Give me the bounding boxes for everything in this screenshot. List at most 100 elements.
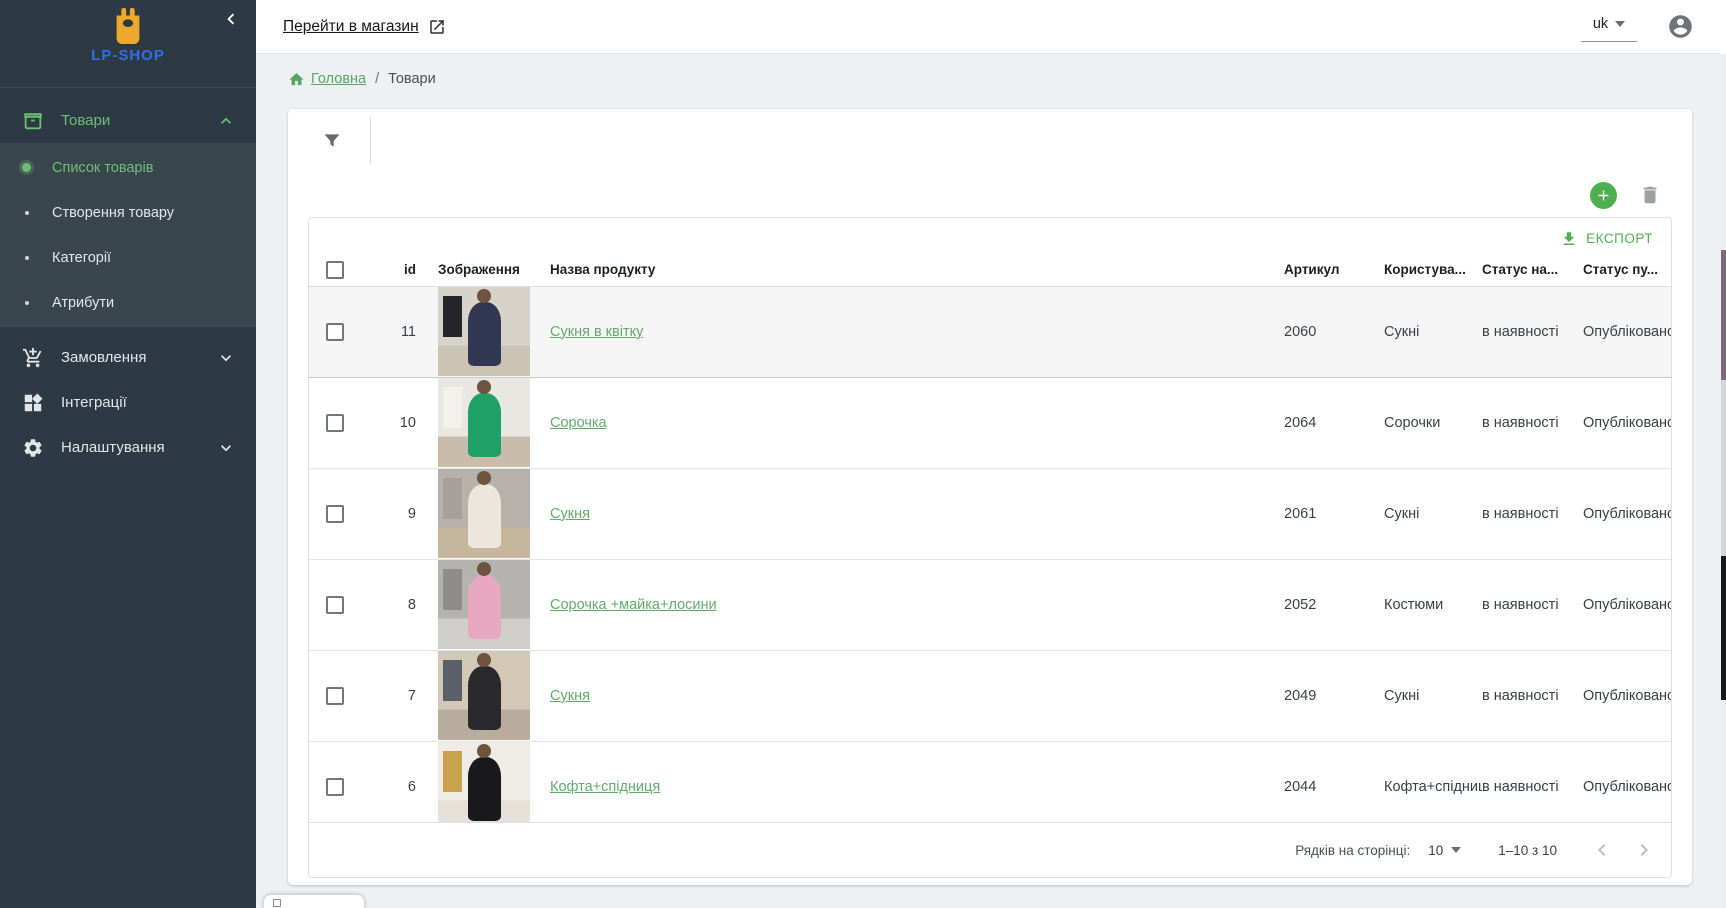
cell-publish-status: Опубліковано (1583, 415, 1671, 431)
topbar: Перейти в магазин uk (256, 0, 1726, 54)
sidebar-collapse-button[interactable] (220, 8, 242, 30)
photo-person-head (477, 471, 492, 485)
cell-stock-status: в наявності (1482, 415, 1583, 431)
column-header-id[interactable]: id (361, 262, 416, 277)
photo-garment-shape (468, 757, 500, 821)
row-checkbox[interactable] (326, 687, 344, 705)
table-row[interactable]: 10 Сорочка 2064 Сорочки в наявності Опуб… (309, 378, 1671, 469)
cell-stock-status: в наявності (1482, 506, 1583, 522)
filter-button[interactable] (322, 131, 342, 151)
trash-icon (1639, 184, 1661, 206)
table-row[interactable]: 6 Кофта+спідниця 2044 Кофта+спідниц в на… (309, 742, 1671, 822)
column-header-category[interactable]: Користува... (1384, 262, 1482, 277)
table-row[interactable]: 9 Сукня 2061 Сукні в наявності Опубліков… (309, 469, 1671, 560)
filter-divider (370, 118, 371, 164)
pagination-bar: Рядків на сторінці: 10 1–10 з 10 (309, 822, 1671, 877)
photo-person-head (477, 562, 492, 576)
table-body: 11 Сукня в квітку 2060 Сукні в наявності… (309, 287, 1671, 822)
logo-text: LP-SHOP (91, 47, 165, 64)
sub-item-label: Категорії (52, 250, 111, 266)
bullet-icon (25, 211, 29, 215)
account-menu-button[interactable] (1667, 13, 1694, 40)
row-checkbox[interactable] (326, 596, 344, 614)
export-label: ЕКСПОРТ (1586, 231, 1653, 246)
breadcrumb: Головна / Товари (288, 69, 1692, 89)
cell-stock-status: в наявності (1482, 688, 1583, 704)
table-row[interactable]: 11 Сукня в квітку 2060 Сукні в наявності… (309, 287, 1671, 378)
main-area: Перейти в магазин uk Головна / То (256, 0, 1726, 908)
rows-per-page-select[interactable]: 10 (1428, 843, 1461, 858)
sidebar-menu: Товари Список товарів Створення товару К… (0, 88, 256, 470)
integrations-icon (22, 392, 44, 414)
photo-garment-shape (468, 484, 500, 548)
row-checkbox[interactable] (326, 323, 344, 341)
product-name-link[interactable]: Кофта+спідниця (550, 779, 660, 795)
shopping-bag-logo-icon (109, 6, 147, 46)
sidebar-item-categories[interactable]: Категорії (0, 235, 256, 280)
inventory-box-icon (22, 110, 44, 132)
photo-garment-shape (468, 666, 500, 730)
language-select[interactable]: uk (1581, 11, 1637, 42)
column-header-publish[interactable]: Статус пу... (1583, 262, 1671, 277)
photo-garment-shape (468, 575, 500, 639)
next-page-button[interactable] (1631, 837, 1657, 863)
sidebar-item-integrations[interactable]: Інтеграції (0, 380, 256, 425)
row-checkbox[interactable] (326, 778, 344, 796)
column-header-name[interactable]: Назва продукту (550, 262, 1284, 277)
sidebar-item-product-list[interactable]: Список товарів (0, 145, 256, 190)
product-name-link[interactable]: Сукня (550, 506, 590, 522)
select-all-checkbox[interactable] (326, 261, 344, 279)
photo-garment-shape (468, 393, 500, 457)
language-value: uk (1593, 16, 1608, 32)
bullet-icon (25, 301, 29, 305)
column-header-image[interactable]: Зображення (416, 262, 550, 277)
export-button[interactable]: ЕКСПОРТ (1552, 226, 1661, 252)
cell-id: 9 (361, 506, 416, 522)
add-product-button[interactable] (1590, 182, 1617, 209)
breadcrumb-home-label: Головна (311, 71, 366, 87)
table-row[interactable]: 8 Сорочка +майка+лосини 2052 Костюми в н… (309, 560, 1671, 651)
row-checkbox[interactable] (326, 505, 344, 523)
row-checkbox[interactable] (326, 414, 344, 432)
product-name-link[interactable]: Сорочка +майка+лосини (550, 597, 717, 613)
cell-stock-status: в наявності (1482, 779, 1583, 795)
cell-publish-status: Опубліковано (1583, 506, 1671, 522)
product-name-link[interactable]: Сорочка (550, 415, 607, 431)
cell-stock-status: в наявності (1482, 324, 1583, 340)
chevron-right-icon (1632, 838, 1656, 862)
photo-background-accent (443, 478, 462, 519)
caret-down-icon (1451, 847, 1461, 853)
sub-item-label: Створення товару (52, 205, 174, 221)
cell-publish-status: Опубліковано (1583, 688, 1671, 704)
right-edge-artifact (1721, 0, 1726, 908)
sidebar-item-settings[interactable]: Налаштування (0, 425, 256, 470)
previous-page-button[interactable] (1589, 837, 1615, 863)
sidebar-item-orders[interactable]: Замовлення (0, 335, 256, 380)
product-name-link[interactable]: Сукня в квітку (550, 324, 643, 340)
photo-garment-shape (468, 302, 500, 366)
chevron-down-icon (216, 438, 236, 458)
sidebar: LP-SHOP Товари Список товарів (0, 0, 256, 908)
go-to-shop-link[interactable]: Перейти в магазин (283, 18, 446, 36)
product-photo (438, 469, 530, 558)
pagination-buttons (1589, 837, 1657, 863)
column-header-stock[interactable]: Статус на... (1482, 262, 1583, 277)
column-header-sku[interactable]: Артикул (1284, 262, 1384, 277)
bottom-toast-cutoff (264, 895, 364, 908)
sidebar-item-attributes[interactable]: Атрибути (0, 280, 256, 325)
breadcrumb-current: Товари (388, 71, 436, 87)
table-row[interactable]: 7 Сукня 2049 Сукні в наявності Опубліков… (309, 651, 1671, 742)
cell-category: Костюми (1384, 597, 1482, 613)
cell-category: Сукні (1384, 506, 1482, 522)
delete-selected-button[interactable] (1639, 184, 1661, 206)
product-name-link[interactable]: Сукня (550, 688, 590, 704)
cell-sku: 2064 (1284, 415, 1384, 431)
sidebar-item-products[interactable]: Товари (0, 98, 256, 143)
sidebar-item-create-product[interactable]: Створення товару (0, 190, 256, 235)
products-card: ЕКСПОРТ id Зображення Назва продукту Арт… (288, 109, 1692, 885)
photo-background-accent (443, 387, 462, 428)
cell-publish-status: Опубліковано (1583, 779, 1671, 795)
breadcrumb-home-link[interactable]: Головна (288, 71, 366, 88)
photo-person-head (477, 380, 492, 394)
photo-background-accent (443, 660, 462, 701)
